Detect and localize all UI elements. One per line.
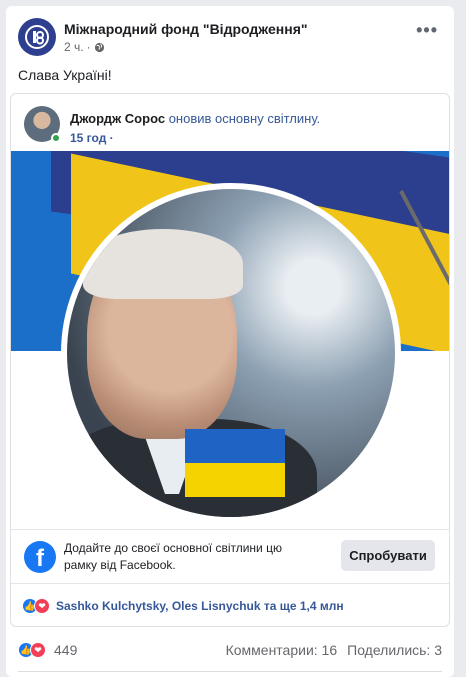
shared-author-line: Джордж Сорос оновив основну світлину. (70, 111, 320, 126)
love-reaction-icon: ❤ (34, 598, 50, 614)
shares-count[interactable]: Поделились: 3 (347, 642, 442, 658)
engagement-stats: Комментарии: 16 Поделились: 3 (226, 642, 442, 658)
post-card: Міжнародний фонд "Відродження" 2 ч. · ••… (6, 6, 454, 677)
shared-action-text: оновив основну світлину. (168, 111, 321, 126)
page-avatar[interactable] (18, 18, 56, 56)
footer-divider (18, 671, 442, 672)
shared-time-text[interactable]: 15 год (70, 131, 106, 145)
comments-count[interactable]: Комментарии: 16 (226, 642, 338, 658)
reactions-count[interactable]: 449 (54, 642, 77, 658)
online-status-dot (51, 133, 61, 143)
post-timestamp[interactable]: 2 ч. · (64, 40, 105, 54)
globe-icon (94, 42, 104, 52)
shared-reactions[interactable]: 👍 ❤ Sashko Kulchytsky, Oles Lisnychuk та… (22, 596, 344, 616)
post-footer: 👍 ❤ 449 Комментарии: 16 Поделились: 3 (18, 635, 442, 665)
shared-post[interactable]: Джордж Сорос оновив основну світлину. 15… (10, 93, 450, 627)
page-name[interactable]: Міжнародний фонд "Відродження" (64, 21, 308, 37)
shared-post-header: Джордж Сорос оновив основну світлину. 15… (24, 106, 434, 146)
try-frame-button[interactable]: Спробувати (341, 540, 435, 571)
profile-picture-circle (61, 183, 401, 523)
more-options-button[interactable]: ••• (416, 21, 438, 39)
post-header: Міжнародний фонд "Відродження" 2 ч. · ••… (18, 18, 438, 58)
frame-promo-text: Додайте до своєї основної світлини цю ра… (64, 541, 282, 572)
post-text: Слава Україні! (18, 67, 112, 83)
portrait-hair (83, 229, 243, 299)
facebook-logo-icon: f (24, 541, 56, 573)
more-horizontal-icon: ••• (416, 20, 438, 40)
shared-author-name[interactable]: Джордж Сорос (70, 111, 165, 126)
post-time-text[interactable]: 2 ч. (64, 40, 84, 54)
page-logo-icon (25, 25, 49, 49)
frame-flag-blue (185, 429, 285, 463)
reactions-names[interactable]: Sashko Kulchytsky, Oles Lisnychuk та ще … (56, 599, 344, 613)
love-reaction-icon: ❤ (30, 642, 46, 658)
shared-post-timestamp[interactable]: 15 год · (70, 131, 114, 145)
profile-frame-promo: f Додайте до своєї основної світлини цю … (11, 529, 449, 584)
frame-flag-yellow (185, 463, 285, 497)
profile-photo[interactable] (11, 151, 449, 529)
